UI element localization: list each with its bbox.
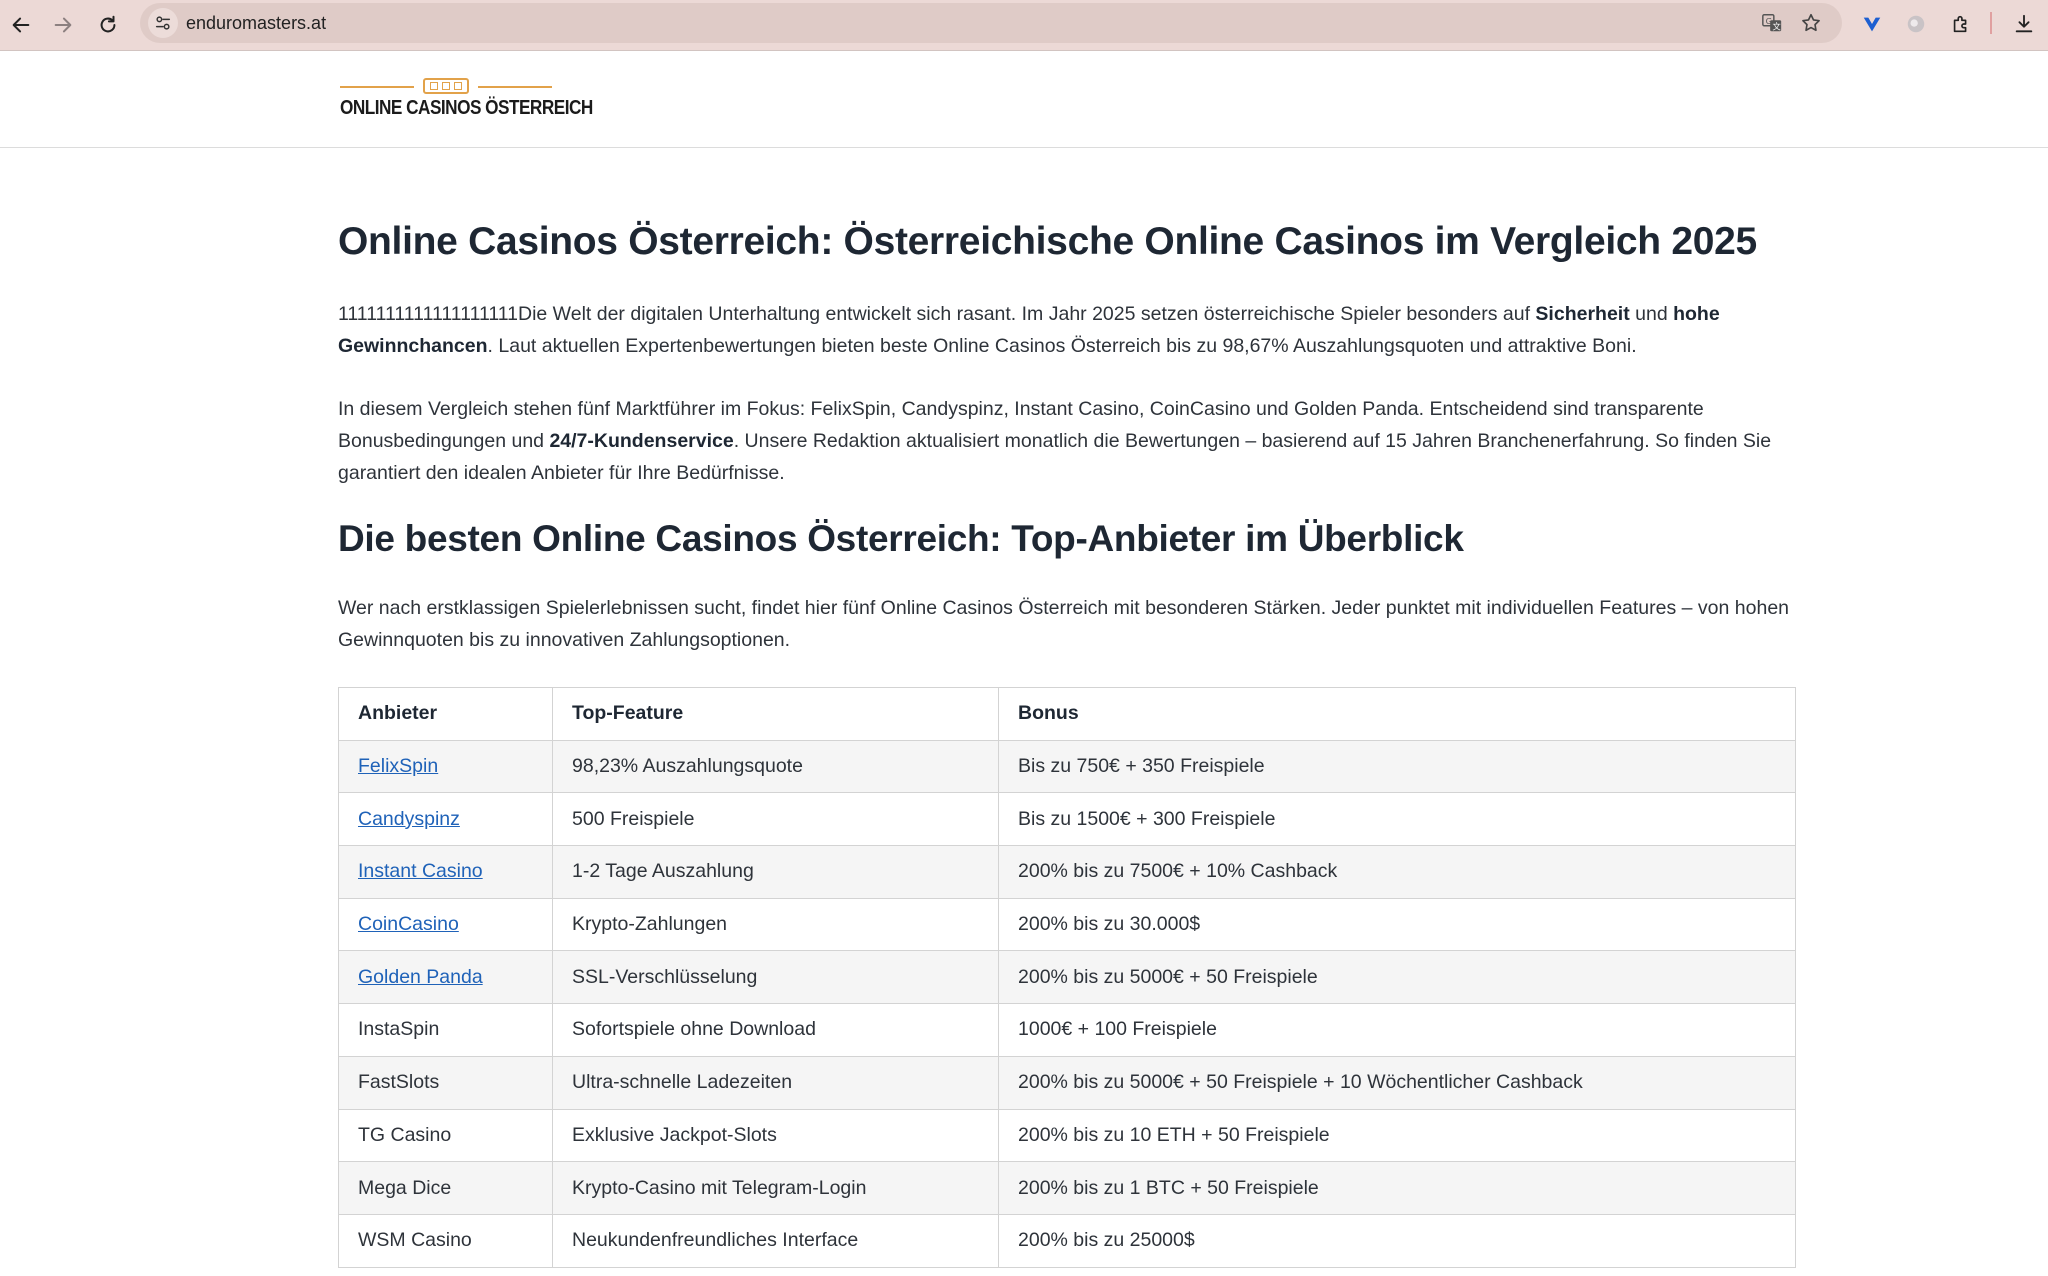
provider-name: FastSlots: [358, 1071, 440, 1094]
bonus-cell: 200% bis zu 1 BTC + 50 Freispiele: [998, 1161, 1796, 1215]
reload-button[interactable]: [91, 8, 125, 42]
back-button[interactable]: [4, 8, 38, 42]
bonus-cell: 200% bis zu 5000€ + 50 Freispiele: [998, 950, 1796, 1005]
provider-cell: CoinCasino: [338, 897, 553, 952]
bonus-cell: 200% bis zu 30.000$: [998, 897, 1796, 952]
column-header-provider: Anbieter: [338, 687, 553, 741]
bookmark-star-icon[interactable]: [1798, 10, 1824, 36]
provider-cell: Candyspinz: [338, 792, 553, 847]
table-header-row: Anbieter Top-Feature Bonus: [338, 687, 1796, 741]
logo-text: ONLINE CASINOS ÖSTERREICH: [340, 97, 593, 119]
provider-name: TG Casino: [358, 1123, 452, 1146]
section-paragraph: Wer nach erstklassigen Spielerlebnissen …: [338, 597, 1790, 651]
bonus-cell: 1000€ + 100 Freispiele: [998, 1003, 1796, 1057]
bonus-cell: 200% bis zu 5000€ + 50 Freispiele + 10 W…: [998, 1055, 1796, 1110]
provider-link[interactable]: Golden Panda: [358, 966, 483, 988]
url-text: enduromasters.at: [186, 13, 327, 33]
browser-toolbar: enduromasters.at G文: [0, 0, 2048, 51]
provider-cell: FastSlots: [338, 1055, 553, 1110]
provider-name: Mega Dice: [358, 1176, 452, 1199]
table-row: Golden Panda SSL-Verschlüsselung 200% bis …: [338, 950, 1796, 1005]
table-row: WSM Casino Neukundenfreundliches Interfac…: [338, 1213, 1796, 1268]
table-row: Candyspinz 500 Freispiele Bis zu 1500€ + 3…: [338, 792, 1796, 847]
provider-cell: Golden Panda: [338, 950, 553, 1005]
bonus-cell: 200% bis zu 7500€ + 10% Cashback: [998, 845, 1796, 899]
site-info-button[interactable]: [148, 8, 178, 38]
table-row: FastSlots Ultra-schnelle Ladezeiten 200% b…: [338, 1055, 1796, 1110]
site-header: ONLINE CASINOS ÖSTERREICH: [0, 51, 2048, 148]
feature-cell: Krypto-Zahlungen: [552, 897, 999, 952]
arrow-left-icon: [12, 17, 30, 33]
feature-cell: 1-2 Tage Auszahlung: [552, 845, 999, 899]
provider-cell: WSM Casino: [338, 1213, 553, 1268]
casino-comparison-table: Anbieter Top-Feature Bonus FelixSpin 98,2…: [338, 687, 1796, 1268]
feature-cell: Neukundenfreundliches Interface: [552, 1213, 999, 1268]
table-row: InstaSpin Sofortspiele ohne Download 1000€…: [338, 1003, 1796, 1057]
slot-machine-icon: [423, 78, 469, 94]
feature-cell: Krypto-Casino mit Telegram-Login: [552, 1161, 999, 1215]
logo-rule-left: [340, 86, 414, 88]
table-row: TG Casino Exklusive Jackpot-Slots 200% bis…: [338, 1108, 1796, 1163]
table-row: Mega Dice Krypto-Casino mit Telegram-Logi…: [338, 1161, 1796, 1215]
table-row: CoinCasino Krypto-Zahlungen 200% bis zu 30…: [338, 897, 1796, 952]
provider-cell: InstaSpin: [338, 1003, 553, 1057]
provider-name: InstaSpin: [358, 1018, 440, 1041]
comparison-paragraph: In diesem Vergleich stehen fünf Marktfüh…: [338, 398, 1772, 484]
bonus-cell: Bis zu 1500€ + 300 Freispiele: [998, 792, 1796, 847]
provider-link[interactable]: CoinCasino: [358, 913, 459, 935]
provider-link[interactable]: Candyspinz: [358, 808, 460, 830]
table-row: Instant Casino 1-2 Tage Auszahlung 200% bi…: [338, 845, 1796, 899]
provider-cell: TG Casino: [338, 1108, 553, 1163]
provider-cell: FelixSpin: [338, 739, 553, 794]
page-title: Online Casinos Österreich: Österreichisc…: [338, 220, 1757, 263]
column-header-bonus: Bonus: [998, 687, 1796, 741]
provider-name: WSM Casino: [358, 1229, 472, 1252]
provider-cell: Instant Casino: [338, 845, 553, 899]
toolbar-divider: [1990, 12, 1992, 34]
table-row: FelixSpin 98,23% Auszahlungsquote Bis zu 7…: [338, 739, 1796, 794]
forward-button[interactable]: [46, 8, 80, 42]
feature-cell: Exklusive Jackpot-Slots: [552, 1108, 999, 1163]
feature-cell: Ultra-schnelle Ladezeiten: [552, 1055, 999, 1110]
translate-icon[interactable]: G文: [1759, 10, 1785, 36]
extension-cloud-icon[interactable]: [1901, 9, 1931, 39]
svg-text:文: 文: [1772, 21, 1780, 31]
section-heading: Die besten Online Casinos Österreich: To…: [338, 518, 1464, 559]
intro-paragraph: 1111111111111111111Die Welt der digitale…: [338, 303, 1720, 357]
bonus-cell: Bis zu 750€ + 350 Freispiele: [998, 739, 1796, 794]
feature-cell: 500 Freispiele: [552, 792, 999, 847]
extension-v-icon[interactable]: [1857, 9, 1887, 39]
feature-cell: Sofortspiele ohne Download: [552, 1003, 999, 1057]
site-logo[interactable]: ONLINE CASINOS ÖSTERREICH: [340, 77, 593, 127]
tune-icon: [155, 16, 171, 30]
provider-cell: Mega Dice: [338, 1161, 553, 1215]
feature-cell: 98,23% Auszahlungsquote: [552, 739, 999, 794]
address-bar[interactable]: enduromasters.at G文: [140, 3, 1842, 43]
logo-rule-right: [478, 86, 552, 88]
bonus-cell: 200% bis zu 25000$: [998, 1213, 1796, 1268]
column-header-feature: Top-Feature: [552, 687, 999, 741]
reload-icon: [100, 15, 116, 33]
provider-link[interactable]: FelixSpin: [358, 755, 438, 777]
arrow-right-icon: [54, 17, 72, 33]
download-icon[interactable]: [2009, 9, 2039, 39]
extensions-puzzle-icon[interactable]: [1946, 9, 1976, 39]
provider-link[interactable]: Instant Casino: [358, 860, 483, 882]
feature-cell: SSL-Verschlüsselung: [552, 950, 999, 1005]
bonus-cell: 200% bis zu 10 ETH + 50 Freispiele: [998, 1108, 1796, 1163]
